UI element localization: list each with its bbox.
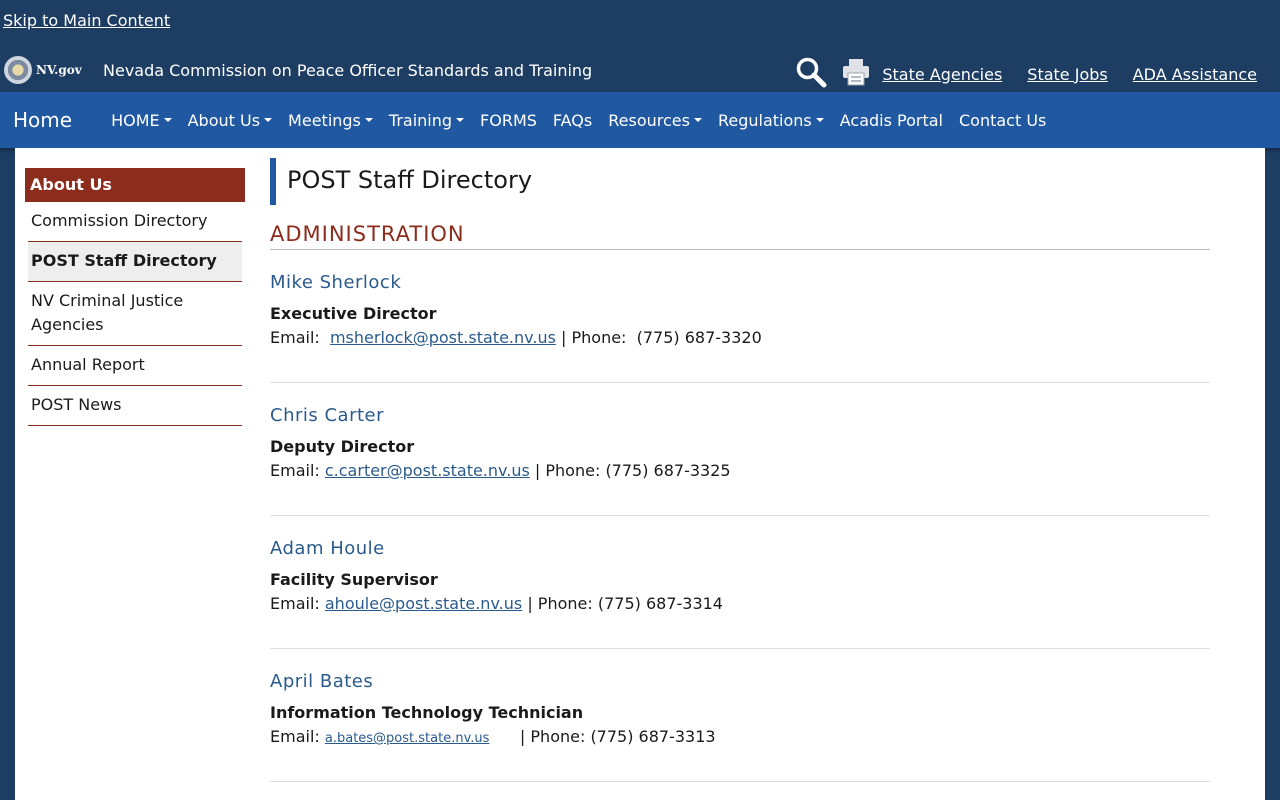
nav-item-label: Contact Us — [959, 110, 1047, 130]
email-link[interactable]: msherlock@post.state.nv.us — [330, 328, 556, 347]
caret-down-icon — [693, 118, 702, 122]
staff-entry: Adam Houle Facility Supervisor Email: ah… — [270, 516, 1210, 649]
main-content: POST Staff Directory ADMINISTRATION Mike… — [270, 158, 1210, 782]
nav-item-label: FORMS — [480, 110, 537, 130]
caret-down-icon — [815, 118, 824, 122]
staff-title: Deputy Director — [270, 437, 415, 456]
phone-label: | Phone: — [555, 328, 637, 347]
email-link[interactable]: ahoule@post.state.nv.us — [325, 594, 522, 613]
staff-entry: Mike Sherlock Executive Director Email: … — [270, 250, 1210, 383]
nav-item-about-us[interactable]: About Us — [187, 110, 273, 130]
nav-item-faqs[interactable]: FAQs — [553, 111, 592, 130]
nav-item-label: FAQs — [552, 110, 593, 130]
sidebar-heading[interactable]: About Us — [25, 168, 245, 202]
ada-assistance-link[interactable]: ADA Assistance — [1133, 65, 1257, 84]
nav-item-forms[interactable]: FORMS — [480, 111, 537, 130]
state-jobs-link[interactable]: State Jobs — [1027, 65, 1107, 84]
nav-item-resources[interactable]: Resources — [608, 111, 702, 130]
nevada-seal-icon — [4, 56, 32, 84]
staff-entry: Chris Carter Deputy Director Email: c.ca… — [270, 383, 1210, 516]
staff-contact: Email: msherlock@post.state.nv.us | Phon… — [270, 328, 762, 347]
sidebar-item-commission-directory[interactable]: Commission Directory — [28, 202, 242, 242]
phone-number: (775) 687-3314 — [597, 594, 723, 613]
search-icon[interactable] — [795, 56, 827, 92]
skip-to-main-link[interactable]: Skip to Main Content — [3, 11, 170, 30]
phone-number: (775) 687-3313 — [590, 727, 716, 746]
email-label: Email: — [270, 461, 325, 480]
page-title: POST Staff Directory — [270, 158, 1210, 205]
email-label: Email: — [270, 594, 325, 613]
nav-item-label: Meetings — [288, 110, 361, 130]
nav-item-label: Regulations — [717, 110, 812, 130]
utility-nav: State Agencies State Jobs ADA Assistance — [795, 56, 1257, 92]
caret-down-icon — [264, 118, 273, 122]
nv-gov-logo[interactable]: NV.gov — [4, 56, 82, 84]
staff-name: Chris Carter — [270, 405, 385, 426]
top-header: Skip to Main Content NV.gov Nevada Commi… — [0, 0, 1280, 92]
nav-item-acadis-portal[interactable]: Acadis Portal — [840, 111, 943, 130]
sidebar-menu: Commission Directory POST Staff Director… — [28, 202, 242, 426]
phone-number: (775) 687-3325 — [605, 461, 731, 480]
staff-contact: Email: a.bates@post.state.nv.us | Phone:… — [270, 727, 716, 746]
phone-number: (775) 687-3320 — [636, 328, 762, 347]
nav-item-label: Acadis Portal — [839, 110, 943, 130]
content-panel: About Us Commission Directory POST Staff… — [15, 148, 1265, 800]
sidebar: About Us Commission Directory POST Staff… — [25, 168, 245, 426]
staff-title: Executive Director — [270, 304, 437, 323]
caret-down-icon — [163, 118, 172, 122]
printer-icon[interactable] — [841, 57, 871, 91]
nav-item-meetings[interactable]: Meetings — [288, 111, 373, 130]
phone-label: | Phone: — [489, 727, 591, 746]
nv-gov-logo-text: NV.gov — [36, 63, 82, 77]
email-link[interactable]: a.bates@post.state.nv.us — [325, 731, 490, 746]
nav-item-label: Resources — [608, 110, 690, 130]
nav-home-brand[interactable]: Home — [13, 108, 72, 132]
staff-title: Facility Supervisor — [270, 570, 438, 589]
staff-contact: Email: ahoule@post.state.nv.us | Phone: … — [270, 594, 723, 613]
staff-title: Information Technology Technician — [270, 703, 584, 722]
caret-down-icon — [456, 118, 465, 122]
nav-item-training[interactable]: Training — [388, 110, 465, 130]
staff-contact: Email: c.carter@post.state.nv.us | Phone… — [270, 461, 731, 480]
section-heading: ADMINISTRATION — [270, 219, 1210, 250]
nav-item-home[interactable]: HOME — [111, 111, 172, 130]
staff-name: Mike Sherlock — [270, 272, 402, 293]
staff-name: Adam Houle — [270, 538, 385, 559]
staff-name: April Bates — [270, 671, 374, 692]
sidebar-item-post-staff-directory[interactable]: POST Staff Directory — [28, 242, 242, 282]
nav-item-label: Training — [388, 110, 453, 130]
staff-entry: April Bates Information Technology Techn… — [270, 649, 1210, 782]
sidebar-item-annual-report[interactable]: Annual Report — [28, 346, 242, 386]
nav-item-label: About Us — [187, 110, 261, 130]
phone-label: | Phone: — [522, 594, 598, 613]
email-label: Email: — [270, 727, 325, 746]
email-label: Email: — [270, 328, 330, 347]
main-nav: Home HOME About Us Meetings Training FOR… — [0, 92, 1280, 148]
caret-down-icon — [364, 118, 373, 122]
sidebar-item-post-news[interactable]: POST News — [28, 386, 242, 426]
nav-item-regulations[interactable]: Regulations — [718, 111, 824, 130]
nav-item-label: HOME — [111, 110, 160, 130]
sidebar-item-nv-criminal-justice-agencies[interactable]: NV Criminal Justice Agencies — [28, 282, 242, 346]
nav-item-contact-us[interactable]: Contact Us — [959, 111, 1046, 130]
agency-title: Nevada Commission on Peace Officer Stand… — [103, 61, 593, 80]
email-link[interactable]: c.carter@post.state.nv.us — [325, 461, 530, 480]
state-agencies-link[interactable]: State Agencies — [882, 65, 1002, 84]
phone-label: | Phone: — [529, 461, 606, 480]
